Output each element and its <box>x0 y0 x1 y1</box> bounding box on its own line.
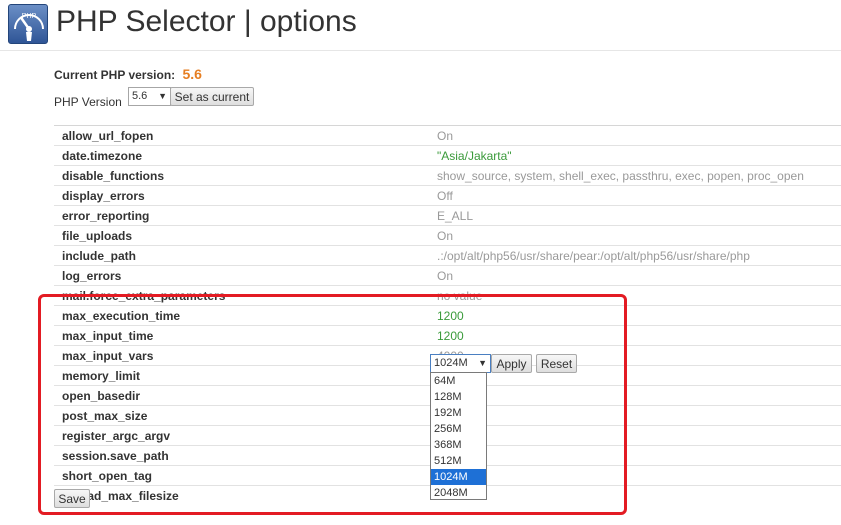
option-name: log_errors <box>54 265 430 286</box>
php-selector-icon: PHP <box>8 4 48 44</box>
option-value: On <box>430 225 841 246</box>
set-as-current-button[interactable]: Set as current <box>170 87 254 106</box>
option-row: allow_url_fopen On <box>54 125 841 146</box>
option-row: disable_functions show_source, system, sh… <box>54 165 841 186</box>
option-value: On <box>430 125 841 146</box>
page-header: PHP PHP Selector | options <box>0 0 841 51</box>
option-name: error_reporting <box>54 205 430 226</box>
option-value: On <box>430 265 841 286</box>
option-row: error_reporting E_ALL <box>54 205 841 226</box>
option-name: include_path <box>54 245 430 266</box>
option-name: file_uploads <box>54 225 430 246</box>
option-row: date.timezone "Asia/Jakarta" <box>54 145 841 166</box>
option-name: display_errors <box>54 185 430 206</box>
php-version-label: PHP Version <box>54 95 122 109</box>
option-value: "Asia/Jakarta" <box>430 145 841 166</box>
current-version-value: 5.6 <box>182 66 202 82</box>
option-name: allow_url_fopen <box>54 125 430 146</box>
php-version-selected: 5.6 <box>132 90 148 102</box>
highlight-annotation <box>38 294 627 515</box>
option-name: date.timezone <box>54 145 430 166</box>
option-row: log_errors On <box>54 265 841 286</box>
option-row: include_path .:/opt/alt/php56/usr/share/p… <box>54 245 841 266</box>
dropdown-arrow-icon: ▼ <box>158 91 167 101</box>
php-version-select[interactable]: 5.6 ▼ <box>128 87 171 106</box>
option-row: file_uploads On <box>54 225 841 246</box>
option-value: Off <box>430 185 841 206</box>
option-value: show_source, system, shell_exec, passthr… <box>430 165 841 186</box>
option-name: disable_functions <box>54 165 430 186</box>
current-php-version: Current PHP version: 5.6 <box>54 66 202 82</box>
option-value: .:/opt/alt/php56/usr/share/pear:/opt/alt… <box>430 245 841 266</box>
icon-label: PHP <box>22 13 37 20</box>
page-title: PHP Selector | options <box>56 5 357 38</box>
current-version-label: Current PHP version: <box>54 68 176 82</box>
option-value: E_ALL <box>430 205 841 226</box>
option-row: display_errors Off <box>54 185 841 206</box>
